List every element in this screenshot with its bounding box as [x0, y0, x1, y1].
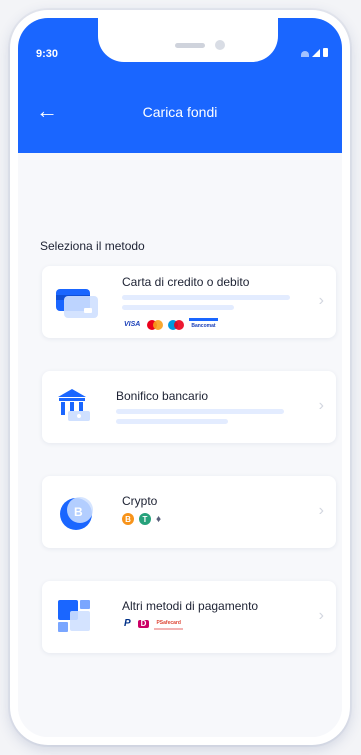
method-card-other[interactable]: Altri metodi di pagamento P D PSafecard …: [42, 581, 336, 653]
method-label: Bonifico bancario: [116, 389, 209, 403]
tether-coin-icon: T: [139, 513, 151, 525]
payment-logos: P D PSafecard: [122, 618, 183, 630]
chevron-right-icon: ›: [318, 292, 324, 309]
chevron-right-icon: ›: [318, 607, 324, 624]
bitcoin-coin-icon: B: [122, 513, 134, 525]
method-card-bank[interactable]: Bonifico bancario ›: [42, 371, 336, 443]
device-notch: [98, 18, 278, 62]
mastercard-icon: [147, 319, 164, 330]
phone-frame: 9:30 ← Carica fondi Seleziona il metodo: [10, 10, 350, 745]
method-card-crypto[interactable]: B Crypto B T ♦ ›: [42, 476, 336, 548]
paypal-logo: P: [124, 618, 131, 629]
method-card-credit[interactable]: Carta di credito o debito VISA Bancomat …: [42, 266, 336, 338]
chevron-right-icon: ›: [318, 502, 324, 519]
camera: [215, 40, 225, 50]
signal-icon: [312, 49, 320, 57]
placeholder-bar: [122, 295, 290, 300]
paysafecard-logo: PSafecard: [154, 618, 183, 630]
content: Seleziona il metodo Carta di credito o d…: [18, 153, 342, 737]
placeholder-bar: [116, 419, 228, 424]
screen: 9:30 ← Carica fondi Seleziona il metodo: [18, 18, 342, 737]
credit-card-icon: [56, 286, 100, 325]
bancomat-logo: Bancomat: [189, 318, 218, 331]
status-icons: [301, 48, 328, 57]
visa-logo: VISA: [124, 320, 141, 328]
status-time: 9:30: [36, 48, 59, 60]
maestro-icon: [168, 319, 185, 330]
bank-icon: [56, 387, 96, 428]
chevron-right-icon: ›: [318, 397, 324, 414]
section-label: Seleziona il metodo: [40, 239, 145, 253]
payment-logos: VISA Bancomat: [122, 318, 218, 331]
method-label: Altri metodi di pagamento: [122, 599, 259, 613]
svg-text:B: B: [74, 505, 83, 519]
page-title: Carica fondi: [142, 104, 218, 120]
ideal-logo: D: [137, 620, 150, 628]
method-label: Carta di credito o debito: [122, 275, 250, 289]
method-label: Crypto: [122, 494, 158, 508]
placeholder-bar: [122, 305, 234, 310]
bitcoin-icon: B: [56, 492, 96, 537]
payment-methods-icon: [56, 597, 96, 642]
ethereum-icon: ♦: [156, 513, 162, 525]
placeholder-bar: [116, 409, 284, 414]
battery-icon: [323, 48, 328, 57]
crypto-logos: B T ♦: [122, 513, 161, 525]
speaker: [175, 43, 205, 48]
wifi-icon: [301, 51, 309, 57]
